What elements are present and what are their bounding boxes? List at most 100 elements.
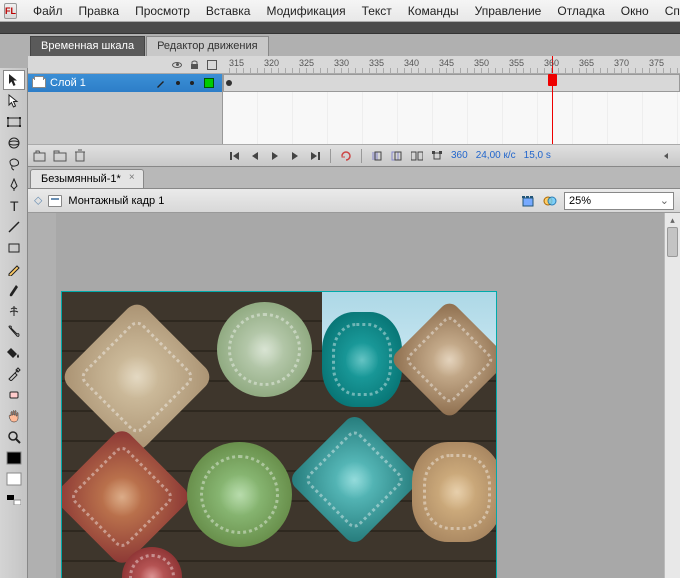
frame-number: 370 xyxy=(614,58,629,68)
onion-skin-button[interactable] xyxy=(369,148,385,164)
stroke-color-tool[interactable] xyxy=(3,448,25,468)
scrollbar-thumb[interactable] xyxy=(667,227,678,257)
panel-tabs: Временная шкала Редактор движения xyxy=(28,34,680,56)
layer-row[interactable]: Слой 1 xyxy=(28,74,222,92)
elapsed-value: 15,0 s xyxy=(524,150,551,161)
onion-outline-button[interactable] xyxy=(389,148,405,164)
menu-window[interactable]: Окно xyxy=(613,2,657,20)
eyedropper-tool[interactable] xyxy=(3,364,25,384)
fps-value[interactable]: 24,00 к/с xyxy=(476,150,516,161)
outline-color-icon[interactable] xyxy=(207,60,217,70)
scroll-up-icon[interactable]: ▴ xyxy=(665,213,680,227)
stage[interactable]: ▴ xyxy=(56,213,680,578)
doc-tab-label: Безымянный-1* xyxy=(41,173,121,185)
swap-colors-tool[interactable] xyxy=(3,490,25,510)
close-icon[interactable]: × xyxy=(127,174,137,184)
frames-area[interactable] xyxy=(223,74,680,144)
frame-number: 330 xyxy=(334,58,349,68)
menu-insert[interactable]: Вставка xyxy=(198,2,259,20)
frame-number: 350 xyxy=(474,58,489,68)
eraser-tool[interactable] xyxy=(3,385,25,405)
paint-bucket-tool[interactable] xyxy=(3,343,25,363)
new-folder-button[interactable] xyxy=(52,148,68,164)
frame-number: 345 xyxy=(439,58,454,68)
app-logo: FL xyxy=(4,3,17,19)
visibility-icon[interactable] xyxy=(172,62,182,68)
menu-commands[interactable]: Команды xyxy=(400,2,467,20)
canvas-content[interactable] xyxy=(61,291,497,578)
free-transform-tool[interactable] xyxy=(3,112,25,132)
frame-number: 360 xyxy=(544,58,559,68)
doc-tab[interactable]: Безымянный-1* × xyxy=(30,169,144,188)
zoom-tool[interactable] xyxy=(3,427,25,447)
deco-tool[interactable] xyxy=(3,301,25,321)
layer-name: Слой 1 xyxy=(50,77,86,89)
new-layer-button[interactable] xyxy=(32,148,48,164)
frame-number: 355 xyxy=(509,58,524,68)
back-arrow-icon[interactable]: ⬦ xyxy=(34,193,42,208)
scroll-left-button[interactable] xyxy=(658,148,674,164)
menu-view[interactable]: Просмотр xyxy=(127,2,198,20)
edit-symbol-icon[interactable] xyxy=(542,193,558,209)
frame-number: 335 xyxy=(369,58,384,68)
menu-modify[interactable]: Модификация xyxy=(258,2,353,20)
edit-multiple-button[interactable] xyxy=(409,148,425,164)
fill-color-tool[interactable] xyxy=(3,469,25,489)
lock-icon[interactable] xyxy=(190,60,199,70)
timeline-footer: 360 24,00 к/с 15,0 s xyxy=(28,144,680,166)
delete-layer-button[interactable] xyxy=(72,148,88,164)
frame-number: 320 xyxy=(264,58,279,68)
line-tool[interactable] xyxy=(3,217,25,237)
breadcrumb-bar: ⬦ Монтажный кадр 1 25% xyxy=(28,189,680,213)
step-forward-button[interactable] xyxy=(287,148,303,164)
pencil-tool[interactable] xyxy=(3,259,25,279)
goto-last-button[interactable] xyxy=(307,148,323,164)
tab-timeline[interactable]: Временная шкала xyxy=(30,36,145,56)
text-tool[interactable]: T xyxy=(3,196,25,216)
menu-text[interactable]: Текст xyxy=(354,2,400,20)
goto-first-button[interactable] xyxy=(227,148,243,164)
edit-scene-icon[interactable] xyxy=(520,193,536,209)
brush-tool[interactable] xyxy=(3,280,25,300)
scene-icon xyxy=(48,195,62,207)
zoom-select[interactable]: 25% xyxy=(564,192,674,210)
step-back-button[interactable] xyxy=(247,148,263,164)
layer-color-swatch[interactable] xyxy=(204,78,214,88)
visibility-dot[interactable] xyxy=(176,81,180,85)
toolbox: T xyxy=(0,68,28,578)
menu-control[interactable]: Управление xyxy=(467,2,550,20)
menu-debug[interactable]: Отладка xyxy=(549,2,612,20)
svg-text:T: T xyxy=(10,199,19,213)
rectangle-tool[interactable] xyxy=(3,238,25,258)
playhead-line[interactable] xyxy=(552,74,553,144)
layers-column: Слой 1 xyxy=(28,74,223,144)
selection-tool[interactable] xyxy=(3,70,25,90)
scene-name[interactable]: Монтажный кадр 1 xyxy=(68,195,164,207)
frame-ruler[interactable]: 3153203253303353403453503553603653703753… xyxy=(223,56,680,73)
frame-number: 375 xyxy=(649,58,664,68)
hand-tool[interactable] xyxy=(3,406,25,426)
onion-markers-button[interactable] xyxy=(429,148,445,164)
3d-rotate-tool[interactable] xyxy=(3,133,25,153)
play-button[interactable] xyxy=(267,148,283,164)
frame-span[interactable] xyxy=(223,74,680,92)
menu-file[interactable]: Файл xyxy=(25,2,71,20)
tab-motion-editor[interactable]: Редактор движения xyxy=(146,36,268,56)
bone-tool[interactable] xyxy=(3,322,25,342)
subselection-tool[interactable] xyxy=(3,91,25,111)
menu-help[interactable]: Справка xyxy=(657,2,680,20)
menu-edit[interactable]: Правка xyxy=(71,2,128,20)
document-tabs: Безымянный-1* × xyxy=(28,167,680,189)
vertical-scrollbar[interactable]: ▴ xyxy=(664,213,680,578)
frame-number: 325 xyxy=(299,58,314,68)
pencil-icon xyxy=(156,78,166,88)
pen-tool[interactable] xyxy=(3,175,25,195)
workspace-bar xyxy=(0,22,680,34)
lock-dot[interactable] xyxy=(190,81,194,85)
lasso-tool[interactable] xyxy=(3,154,25,174)
frame-number: 340 xyxy=(404,58,419,68)
frame-number: 315 xyxy=(229,58,244,68)
loop-button[interactable] xyxy=(338,148,354,164)
current-frame-value[interactable]: 360 xyxy=(451,150,468,161)
layer-icon xyxy=(32,78,46,88)
